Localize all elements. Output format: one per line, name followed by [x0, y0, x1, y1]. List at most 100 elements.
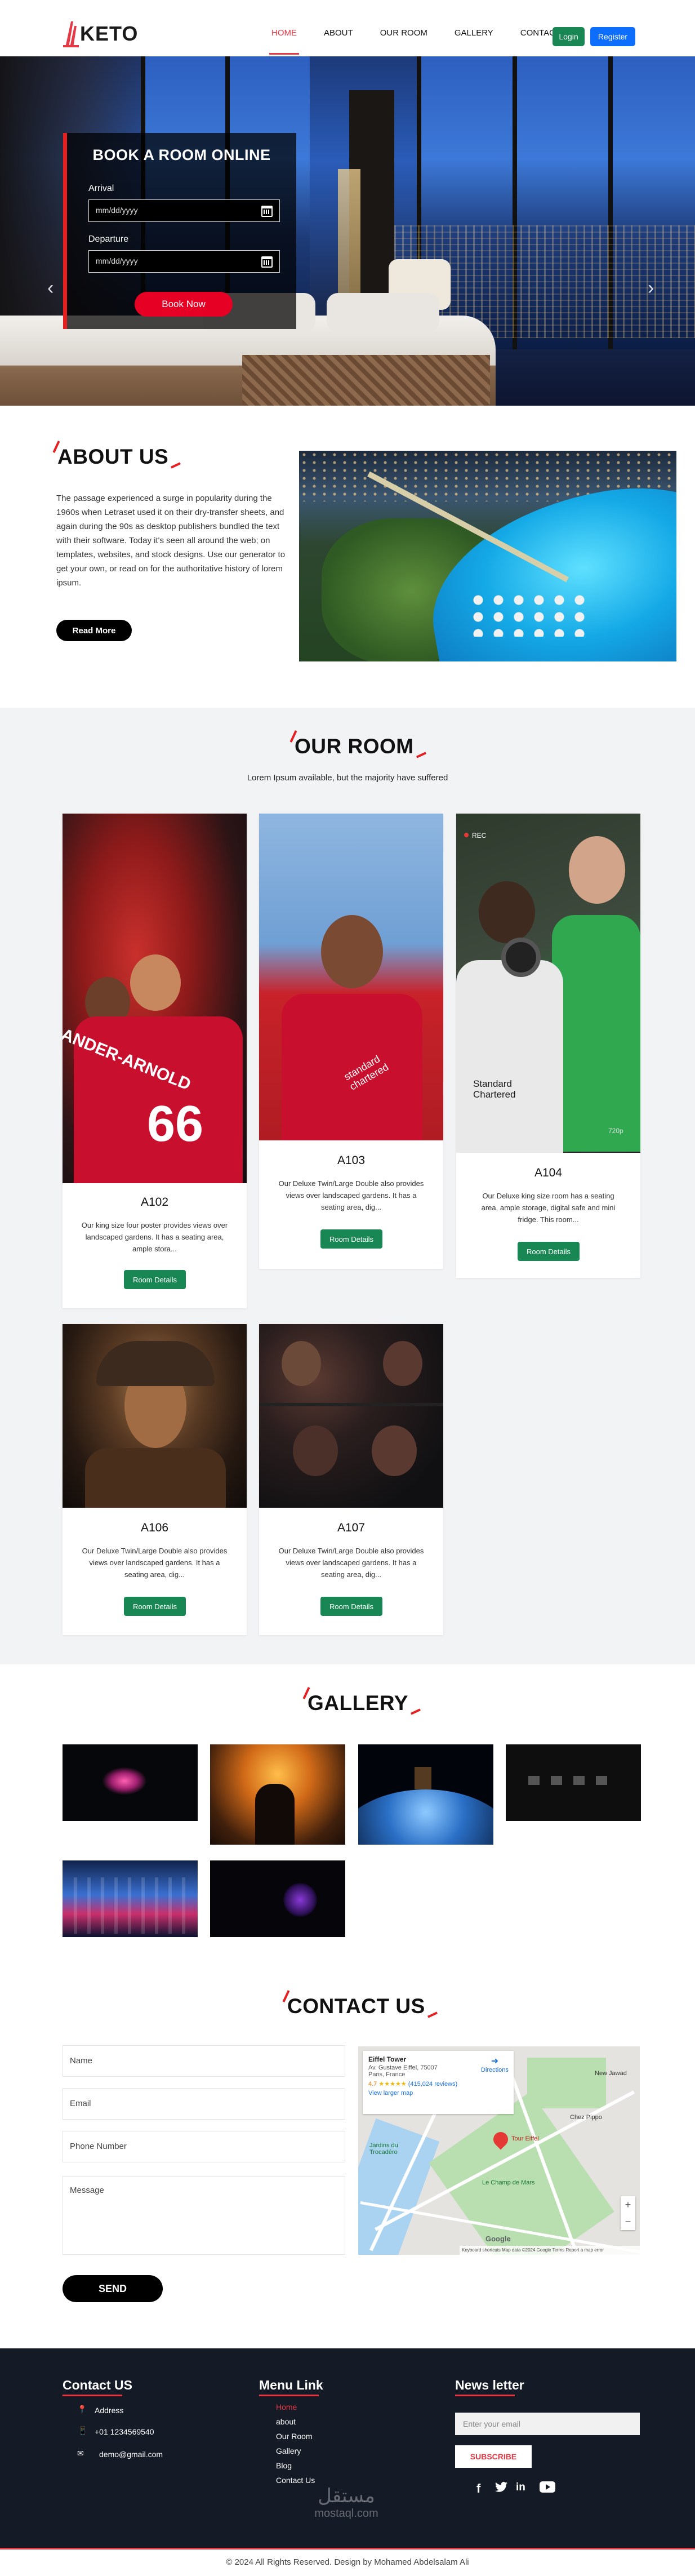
location-icon: 📍 [77, 2405, 87, 2414]
gallery-image[interactable] [506, 1744, 641, 1821]
room-image: standard chartered [259, 814, 443, 1140]
send-button[interactable]: SEND [63, 2275, 163, 2302]
map-label: Le Champ de Mars [482, 2179, 535, 2186]
room-image: ANDER-ARNOLD 66 [63, 814, 247, 1183]
mail-icon: ✉ [77, 2449, 84, 2458]
room-details-button[interactable]: Room Details [518, 1242, 580, 1261]
logo-mark-icon [63, 20, 79, 47]
message-field[interactable]: Message [63, 2176, 345, 2255]
arrival-label: Arrival [88, 184, 114, 193]
room-description: Our Deluxe Twin/Large Double also provid… [278, 1547, 424, 1579]
embedded-map[interactable]: Eiffel Tower Av. Gustave Eiffel, 75007 P… [358, 2046, 640, 2255]
gallery-image[interactable] [63, 1860, 198, 1937]
footer-link-home[interactable]: Home [276, 2402, 297, 2411]
phone-icon: 📱 [78, 2426, 88, 2435]
register-button[interactable]: Register [590, 27, 635, 46]
room-name: A107 [337, 1521, 366, 1534]
room-name: A106 [140, 1521, 169, 1534]
view-larger-map-link[interactable]: View larger map [368, 2090, 508, 2097]
rooms-title: OUR ROOM [289, 730, 426, 758]
youtube-icon[interactable] [540, 2481, 555, 2496]
message-placeholder: Message [70, 2186, 104, 2195]
nav-gallery[interactable]: GALLERY [455, 28, 493, 55]
room-details-button[interactable]: Room Details [124, 1597, 186, 1616]
login-button[interactable]: Login [553, 27, 585, 46]
gallery-image[interactable] [210, 1744, 345, 1845]
twitter-icon[interactable] [494, 2481, 508, 2497]
about-text: The passage experienced a surge in popul… [56, 494, 286, 588]
room-image [259, 1324, 443, 1508]
directions-link[interactable]: ➜ Directions [481, 2055, 509, 2073]
map-attribution: Keyboard shortcuts Map data ©2024 Google… [460, 2246, 640, 2255]
footer-menu-title: Menu Link [259, 2378, 323, 2396]
map-pin-label: Tour Eiffel [511, 2135, 539, 2142]
map-address: Av. Gustave Eiffel, 75007 Paris, France [368, 2064, 438, 2078]
room-details-button[interactable]: Room Details [320, 1229, 382, 1249]
contact-title: CONTACT US [282, 1990, 438, 2018]
room-card: ANDER-ARNOLD 66 A102 Our king size four … [63, 814, 247, 1308]
email-placeholder: Email [70, 2099, 91, 2108]
phone-field[interactable]: Phone Number [63, 2131, 345, 2162]
gallery-image[interactable] [358, 1744, 493, 1845]
room-card: A106 Our Deluxe Twin/Large Double also p… [63, 1324, 247, 1635]
map-label: Chez Pippo [570, 2114, 602, 2121]
footer-link-about[interactable]: about [276, 2417, 296, 2426]
footer-contact-title: Contact US [63, 2378, 132, 2396]
facebook-icon[interactable]: f [476, 2481, 480, 2496]
footer-link-blog[interactable]: Blog [276, 2461, 292, 2470]
nav-our-room[interactable]: OUR ROOM [380, 28, 427, 55]
slider-prev-icon[interactable]: ‹ [47, 277, 54, 299]
name-placeholder: Name [70, 2056, 93, 2066]
departure-label: Departure [88, 234, 129, 244]
newsletter-email-input[interactable]: Enter your email [455, 2413, 640, 2435]
arrival-placeholder: mm/dd/yyyy [96, 206, 138, 215]
room-card: standard chartered A103 Our Deluxe Twin/… [259, 814, 443, 1269]
footer-phone: +01 1234569540 [95, 2427, 154, 2436]
map-label: Jardins du Trocadéro [369, 2142, 398, 2156]
footer-newsletter-title: News letter [455, 2378, 524, 2396]
name-field[interactable]: Name [63, 2045, 345, 2077]
footer-email[interactable]: demo@gmail.com [99, 2450, 163, 2459]
gallery-image[interactable] [63, 1744, 198, 1821]
calendar-icon[interactable] [261, 256, 273, 268]
hero-pillow [327, 293, 439, 332]
room-description: Our king size four poster provides views… [81, 1221, 228, 1253]
map-info-card: Eiffel Tower Av. Gustave Eiffel, 75007 P… [363, 2051, 514, 2114]
brand-name: KETO [80, 22, 139, 45]
calendar-icon[interactable] [261, 206, 273, 217]
read-more-button[interactable]: Read More [56, 620, 132, 641]
room-description: Our Deluxe king size room has a seating … [481, 1192, 616, 1224]
email-field[interactable]: Email [63, 2088, 345, 2120]
logo[interactable]: KETO [63, 20, 138, 47]
room-card: REC Standard Chartered 720p A104 Our Del… [456, 814, 640, 1278]
zoom-in-icon[interactable]: + [621, 2196, 635, 2213]
nav-home[interactable]: HOME [269, 28, 299, 55]
map-rating: 4.7 [368, 2081, 377, 2088]
room-details-button[interactable]: Room Details [124, 1270, 186, 1289]
google-logo: Google [485, 2235, 511, 2243]
footer-link-gallery[interactable]: Gallery [276, 2446, 301, 2455]
room-image: REC Standard Chartered 720p [456, 814, 640, 1153]
about-title: ABOUT US [52, 441, 181, 469]
arrival-input[interactable]: mm/dd/yyyy [88, 199, 280, 222]
room-image [63, 1324, 247, 1508]
gallery-image[interactable] [210, 1860, 345, 1937]
subscribe-button[interactable]: SUBSCRIBE [455, 2445, 532, 2468]
room-details-button[interactable]: Room Details [320, 1597, 382, 1616]
book-now-button[interactable]: Book Now [135, 292, 233, 317]
slider-next-icon[interactable]: › [648, 277, 654, 299]
footer-link-our-room[interactable]: Our Room [276, 2432, 313, 2441]
room-name: A103 [337, 1154, 366, 1167]
footer-address: Address [95, 2406, 124, 2415]
nav-about[interactable]: ABOUT [324, 28, 353, 55]
phone-placeholder: Phone Number [70, 2142, 127, 2151]
directions-icon: ➜ [491, 2057, 499, 2066]
departure-input[interactable]: mm/dd/yyyy [88, 250, 280, 273]
booking-title: BOOK A ROOM ONLINE [92, 146, 271, 163]
footer-link-contact-us[interactable]: Contact Us [276, 2476, 315, 2485]
linkedin-icon[interactable]: in [516, 2481, 525, 2494]
zoom-out-icon[interactable]: − [621, 2213, 635, 2230]
map-zoom-control[interactable]: + − [621, 2196, 635, 2230]
room-description: Our Deluxe Twin/Large Double also provid… [82, 1547, 228, 1579]
about-resort-image [299, 451, 676, 661]
